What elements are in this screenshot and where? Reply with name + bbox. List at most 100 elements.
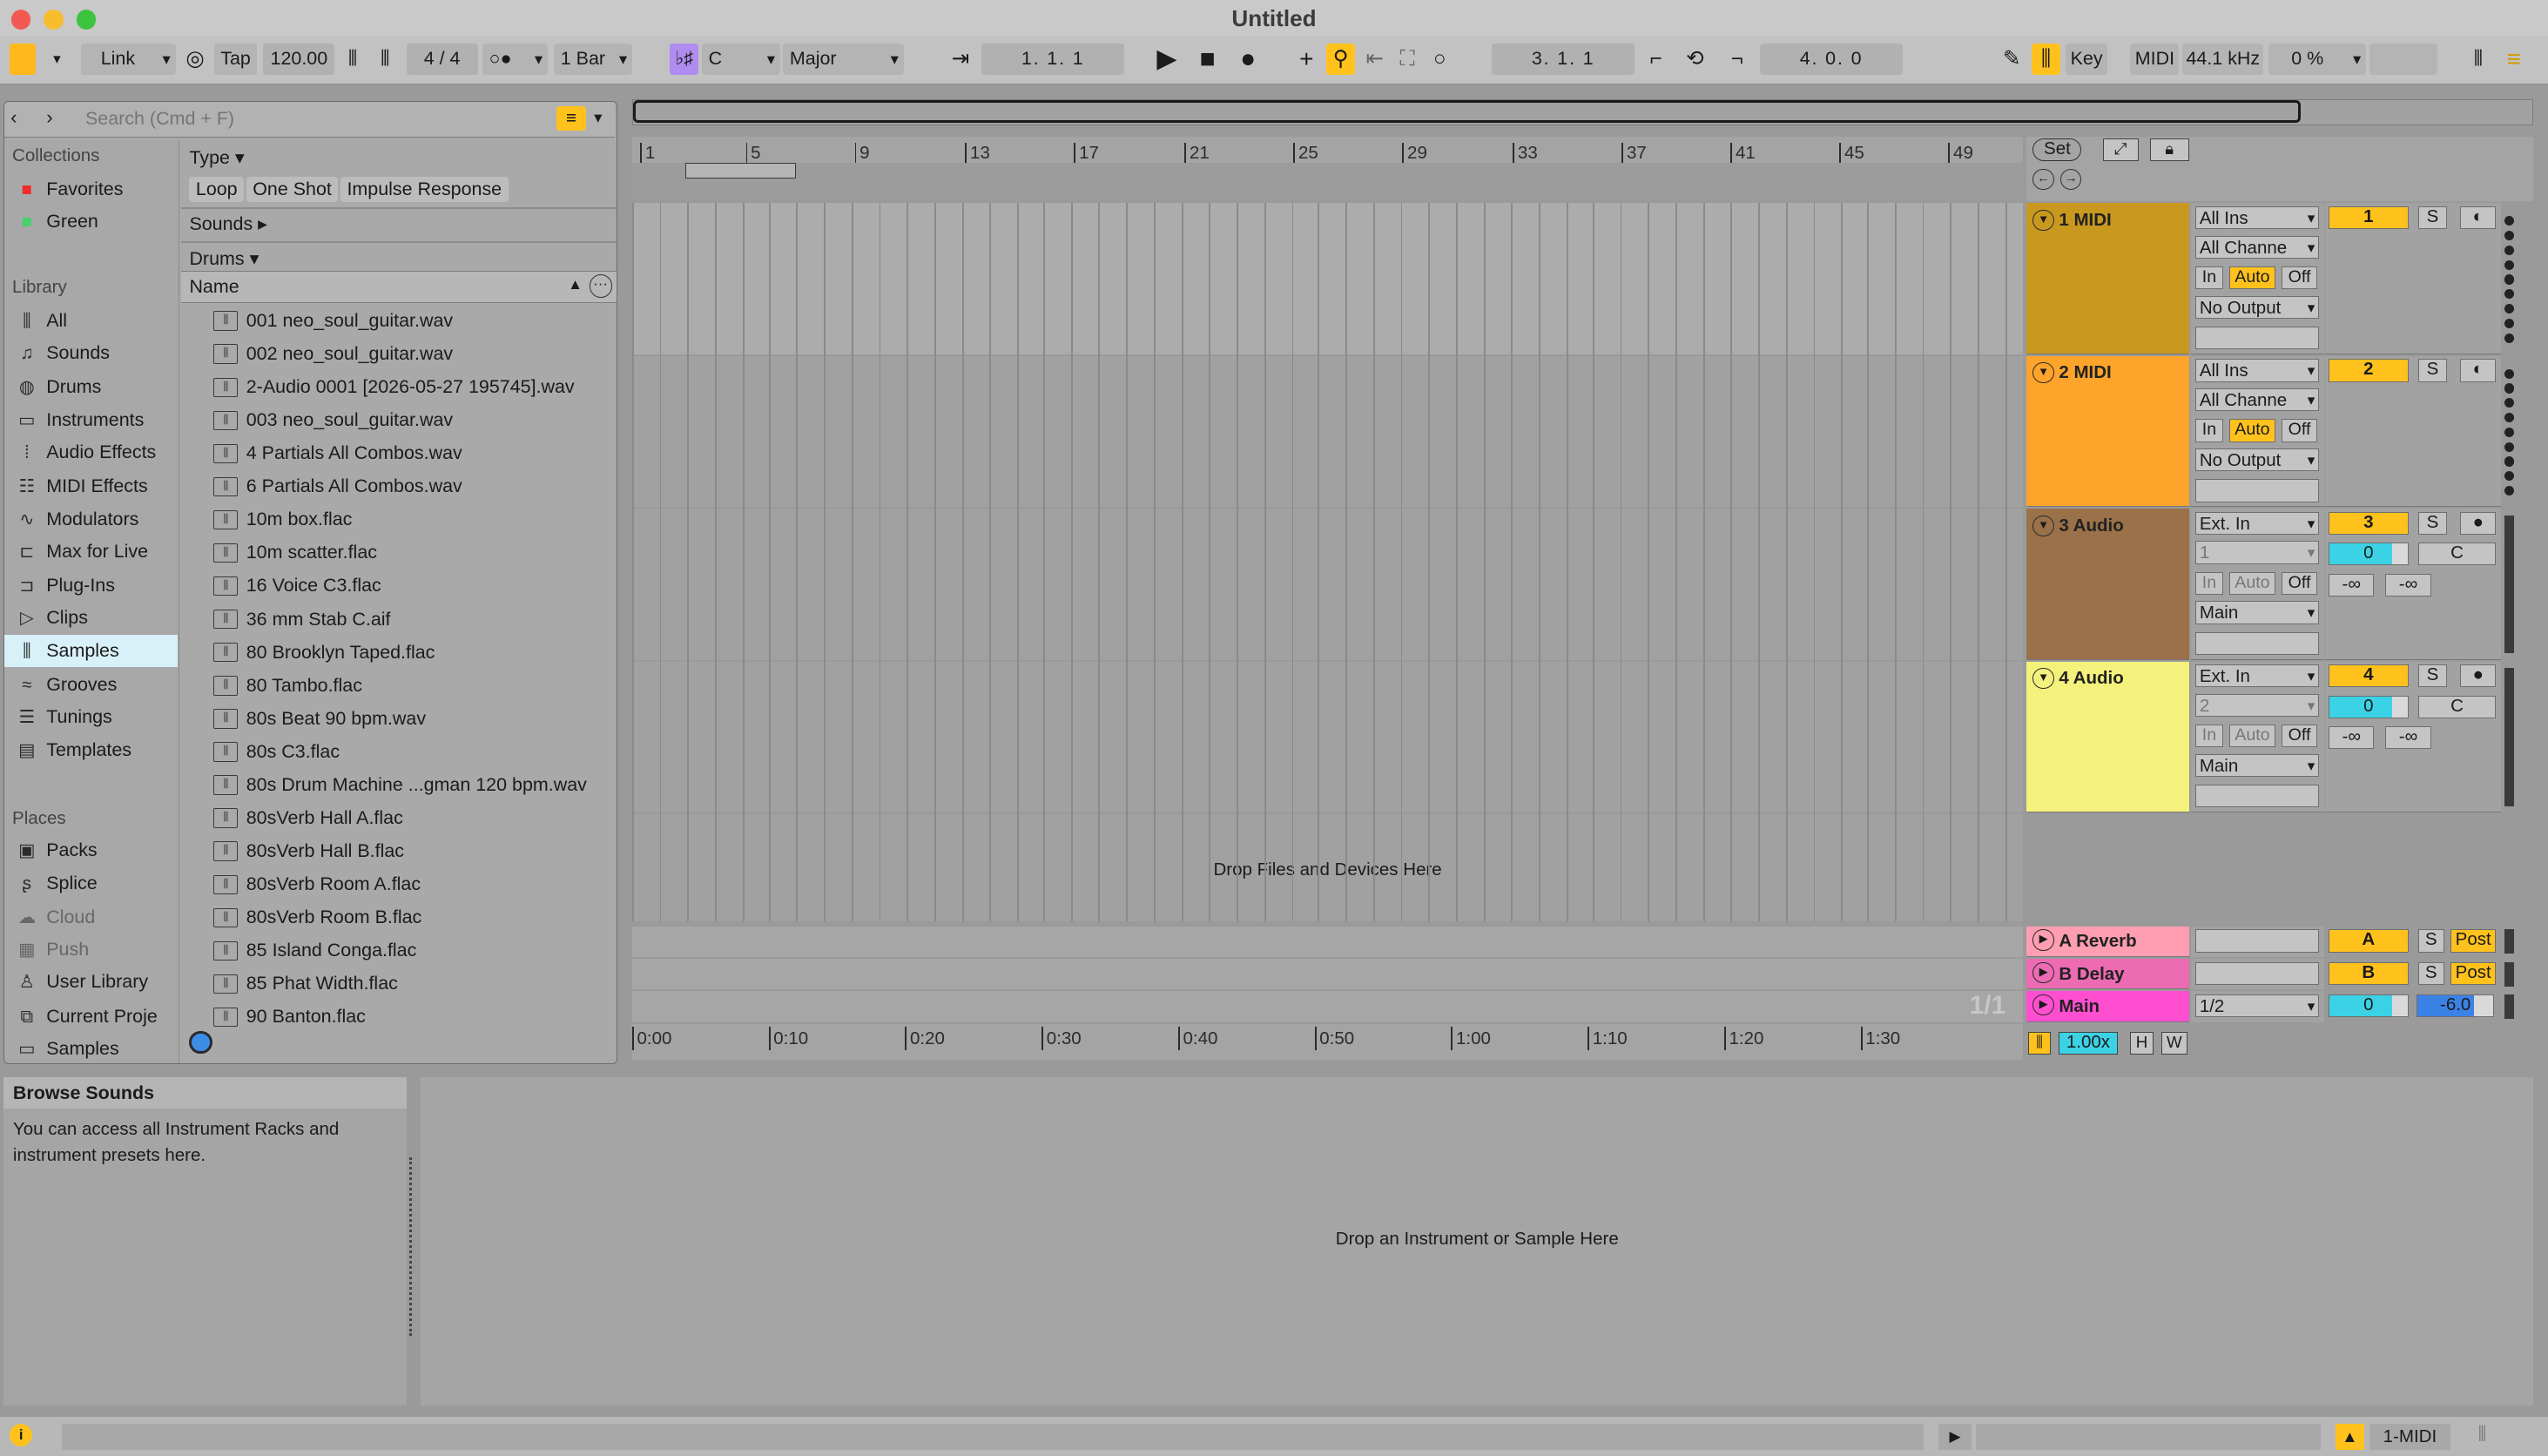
menu-icon[interactable]: ≡ [2499, 44, 2529, 74]
sidebar-item-drums[interactable]: ◍ Drums [4, 371, 179, 403]
sidebar-item-midi-effects[interactable]: ☷ MIDI Effects [4, 470, 179, 502]
monitor-auto-button[interactable]: Auto [2229, 266, 2275, 290]
track-header[interactable]: ▼ 3 Audio [2026, 509, 2189, 660]
w-button[interactable]: W [2160, 1031, 2187, 1055]
track-name[interactable]: 3 Audio [2059, 516, 2123, 536]
track-name[interactable]: 4 Audio [2059, 668, 2123, 689]
back-icon[interactable]: ‹ [10, 106, 33, 129]
tempo-field[interactable]: 120.00 [263, 44, 335, 75]
pan-field[interactable]: C [2417, 695, 2497, 718]
track-activator-button[interactable]: 4 [2329, 664, 2409, 688]
track-header[interactable]: ▼ 4 Audio [2026, 661, 2189, 813]
scale-mode-button[interactable]: ♭♯ [669, 44, 699, 75]
monitor-auto-button[interactable]: Auto [2229, 571, 2275, 595]
send-a-field[interactable]: -∞ [2329, 726, 2375, 750]
chevron-down-icon[interactable]: ▾ [594, 108, 602, 127]
record-arm-icon[interactable]: ● [2460, 511, 2497, 535]
loop-brace-lane[interactable] [631, 162, 2024, 199]
return-activator-button[interactable]: A [2329, 929, 2409, 953]
sidebar-item-clips[interactable]: ▷ Clips [4, 602, 179, 634]
file-row[interactable]: ⫼ 003 neo_soul_guitar.wav [181, 404, 617, 436]
file-row[interactable]: ⫼ 80s Drum Machine ...gman 120 bpm.wav [181, 769, 617, 801]
type-filter-label[interactable]: Type ▾ [189, 147, 244, 169]
track-activator-button[interactable]: 3 [2329, 511, 2409, 535]
fold-icon[interactable]: ▶ [2032, 994, 2054, 1016]
solo-button[interactable]: S [2417, 206, 2448, 230]
output-select[interactable]: Main [2195, 753, 2319, 777]
main-gain-field[interactable]: -6.0 [2416, 994, 2495, 1018]
info-icon[interactable]: i [10, 1423, 33, 1446]
main-volume-field[interactable]: 0 [2329, 994, 2409, 1018]
input-channel-select[interactable]: All Channe [2195, 235, 2319, 259]
file-row[interactable]: ⫼ 001 neo_soul_guitar.wav [181, 305, 617, 337]
automation-arm-icon[interactable]: ⚲ [1325, 44, 1356, 75]
input-channel-select[interactable]: 2 [2195, 693, 2319, 717]
resize-handle[interactable] [409, 1156, 415, 1336]
sidebar-item-samples-folder[interactable]: ▭ Samples [4, 1033, 179, 1063]
beat-time-ruler[interactable] [631, 136, 2024, 163]
root-key-menu[interactable]: C [702, 44, 780, 75]
main-lane[interactable]: 1/1 [631, 991, 2024, 1022]
file-row[interactable]: ⫼ 80sVerb Hall A.flac [181, 802, 617, 834]
filter-icon[interactable]: ≡ [556, 106, 586, 131]
file-row[interactable]: ⫼ 6 Partials All Combos.wav [181, 470, 617, 502]
overview-bar[interactable] [631, 98, 2534, 125]
return-track-header[interactable]: ▶ A Reverb [2026, 926, 2189, 958]
nudge-down-icon[interactable]: ⫴ [338, 44, 367, 74]
metronome-settings[interactable]: ○● [482, 44, 548, 75]
warning-icon[interactable]: ▲ [2335, 1423, 2365, 1450]
sidebar-item-plug-ins[interactable]: ⊐ Plug-Ins [4, 570, 179, 602]
fold-icon[interactable]: ▼ [2032, 362, 2054, 384]
sidebar-item-cloud[interactable]: ☁ Cloud [4, 901, 179, 934]
monitor-auto-button[interactable]: Auto [2229, 725, 2275, 748]
file-row[interactable]: ⫼ 10m box.flac [181, 503, 617, 536]
set-button[interactable]: Set [2032, 138, 2082, 161]
file-row[interactable]: ⫼ 16 Voice C3.flac [181, 570, 617, 602]
volume-field[interactable]: 0 [2329, 695, 2409, 718]
post-button[interactable]: Post [2450, 961, 2497, 985]
return-track-name[interactable]: B Delay [2059, 964, 2124, 985]
input-type-select[interactable]: All Ins [2195, 206, 2319, 230]
punch-in-icon[interactable]: ⌐ [1641, 44, 1671, 74]
quantize-menu[interactable]: 1 Bar [554, 44, 632, 75]
main-track-name[interactable]: Main [2059, 996, 2100, 1017]
filter-chip-loop[interactable]: Loop [189, 176, 245, 203]
more-options-icon[interactable]: ··· [589, 274, 612, 298]
draw-mode-icon[interactable]: ✎ [1997, 44, 2026, 74]
send-b-field[interactable]: -∞ [2385, 573, 2431, 597]
time-signature-field[interactable]: 4 / 4 [406, 44, 478, 75]
fold-icon[interactable]: ▼ [2032, 515, 2054, 536]
track-header[interactable]: ▼ 1 MIDI [2026, 203, 2189, 354]
solo-button[interactable]: S [2417, 929, 2444, 953]
file-row[interactable]: ⫼ 80s Beat 90 bpm.wav [181, 703, 617, 735]
return-lane-a[interactable] [631, 926, 2024, 958]
sidebar-item-samples[interactable]: ⫼ Samples [3, 634, 179, 668]
output-channel-field[interactable] [2195, 479, 2319, 502]
solo-button[interactable]: S [2417, 511, 2448, 535]
return-lane-b[interactable] [631, 958, 2024, 990]
input-type-select[interactable]: All Ins [2195, 359, 2319, 382]
sort-icon[interactable]: ▲ [568, 276, 583, 293]
drums-filter-label[interactable]: Drums ▾ [189, 248, 259, 270]
fold-icon[interactable]: ▶ [2032, 929, 2054, 951]
device-view[interactable]: Drop an Instrument or Sample Here [421, 1077, 2534, 1406]
midi-map-button[interactable]: MIDI [2130, 44, 2180, 75]
solo-button[interactable]: S [2417, 359, 2448, 382]
send-b-field[interactable]: -∞ [2385, 726, 2431, 750]
monitor-off-button[interactable]: Off [2282, 266, 2318, 290]
link-button[interactable]: Link [81, 44, 176, 75]
return-track-header[interactable]: ▶ B Delay [2026, 958, 2189, 990]
return-output-field[interactable] [2195, 929, 2319, 953]
stop-icon[interactable]: ■ [1193, 44, 1223, 74]
capture-icon[interactable]: ⛶ [1392, 44, 1422, 74]
input-type-select[interactable]: Ext. In [2195, 511, 2319, 535]
overview-viewport[interactable] [632, 99, 2301, 123]
file-row[interactable]: ⫼ 85 Island Conga.flac [181, 934, 617, 967]
add-icon[interactable]: + [1292, 44, 1322, 74]
preview-icon[interactable] [189, 1031, 212, 1055]
file-row[interactable]: ⫼ 10m scatter.flac [181, 536, 617, 569]
solo-button[interactable]: S [2417, 961, 2444, 985]
output-channel-field[interactable] [2195, 631, 2319, 656]
arrangement-position[interactable]: 1. 1. 1 [981, 44, 1125, 75]
sidebar-item-tunings[interactable]: ☰ Tunings [4, 701, 179, 733]
